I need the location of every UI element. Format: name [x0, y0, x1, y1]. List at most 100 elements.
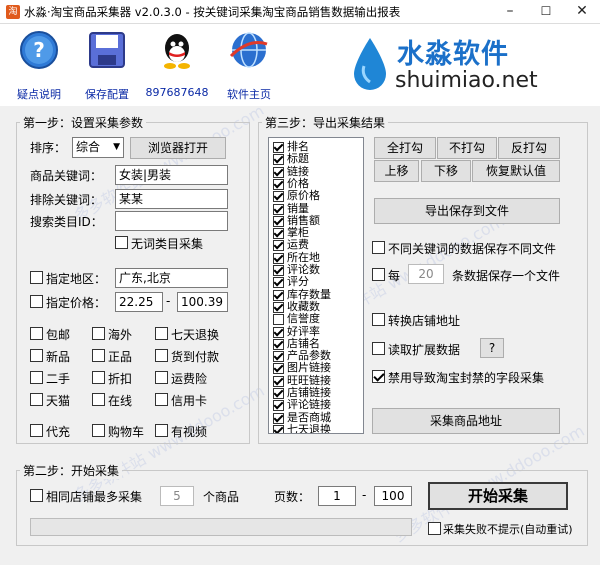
filter-checkbox[interactable]	[155, 349, 168, 362]
minimize-button[interactable]: –	[492, 0, 528, 24]
category-input[interactable]	[115, 211, 228, 231]
every-n-input[interactable]: 20	[408, 264, 444, 284]
page-from-input[interactable]: 1	[318, 486, 356, 506]
field-checkbox[interactable]	[273, 178, 284, 190]
field-checkbox[interactable]	[273, 351, 284, 363]
field-checkbox[interactable]	[273, 277, 284, 289]
field-checkbox[interactable]	[273, 388, 284, 399]
move-up-button[interactable]: 上移	[374, 160, 419, 182]
diff-files-checkbox[interactable]	[372, 241, 385, 254]
filter-checkbox[interactable]	[30, 393, 43, 406]
price-min-input[interactable]: 22.25	[115, 292, 163, 312]
reset-default-button[interactable]: 恢复默认值	[472, 160, 560, 182]
diff-files-label: 不同关键词的数据保存不同文件	[388, 242, 557, 256]
every-n-checkbox[interactable]	[372, 268, 385, 281]
field-list[interactable]: 排名 标题 链接 价格 原价格 销量 销售额 掌柜 运费 所在地 评论数 评分 库存数量 收藏数 信誉度 好评…	[268, 137, 364, 434]
filter-checkbox[interactable]	[30, 349, 43, 362]
no-keyword-category-checkbox[interactable]	[115, 236, 128, 249]
field-list-item[interactable]: 排名	[273, 140, 359, 154]
field-checkbox[interactable]	[273, 265, 284, 276]
step3-title: 第三步：导出采集结果	[262, 114, 389, 131]
field-checkbox[interactable]	[273, 203, 284, 215]
field-list-item[interactable]: 七天退换	[273, 423, 359, 433]
field-label: 评分	[287, 275, 309, 289]
maximize-button[interactable]: ☐	[528, 0, 564, 24]
svg-text:?: ?	[33, 38, 45, 62]
check-all-button[interactable]: 全打勾	[374, 137, 436, 159]
question-button[interactable]: ?	[480, 338, 504, 358]
filter-checkbox[interactable]	[155, 371, 168, 384]
field-label: 收藏数	[287, 299, 320, 313]
help-button[interactable]: ? 疑点说明	[2, 28, 76, 104]
same-shop-input[interactable]: 5	[160, 486, 194, 506]
save-config-button[interactable]: 保存配置	[70, 28, 144, 104]
read-ext-checkbox[interactable]	[372, 342, 385, 355]
field-checkbox[interactable]	[273, 166, 284, 178]
collect-shop-button[interactable]: 采集商品地址	[372, 408, 560, 434]
region-input[interactable]: 广东,北京	[115, 268, 228, 288]
field-list-item[interactable]: 原价格	[273, 189, 359, 203]
field-label: 信誉度	[287, 312, 320, 326]
field-checkbox[interactable]	[273, 301, 284, 313]
filter-checkbox[interactable]	[92, 371, 105, 384]
same-shop-checkbox[interactable]	[30, 489, 43, 502]
region-checkbox[interactable]	[30, 271, 43, 284]
keyword-input[interactable]: 女装|男装	[115, 165, 228, 185]
field-list-item[interactable]: 链接	[273, 165, 359, 179]
open-browser-button[interactable]: 浏览器打开	[130, 137, 226, 159]
field-checkbox[interactable]	[273, 240, 284, 252]
field-checkbox[interactable]	[273, 252, 284, 264]
field-checkbox[interactable]	[273, 375, 284, 387]
close-button[interactable]: ✕	[564, 0, 600, 24]
move-down-button[interactable]: 下移	[421, 160, 471, 182]
field-checkbox[interactable]	[273, 412, 284, 424]
field-checkbox[interactable]	[273, 424, 284, 433]
filter-label: 折扣	[108, 372, 133, 386]
filter-checkbox[interactable]	[30, 327, 43, 340]
exclude-input[interactable]: 某某	[115, 189, 228, 209]
start-collect-button[interactable]: 开始采集	[428, 482, 568, 510]
field-checkbox[interactable]	[273, 314, 284, 326]
filter-checkbox[interactable]	[92, 424, 105, 437]
field-list-item[interactable]: 标题	[273, 152, 359, 166]
field-label: 销售额	[287, 213, 320, 227]
page-to-input[interactable]: 100	[374, 486, 412, 506]
field-checkbox[interactable]	[273, 228, 284, 240]
field-checkbox[interactable]	[273, 154, 284, 166]
field-checkbox[interactable]	[273, 215, 284, 227]
disable-fields-checkbox[interactable]	[372, 370, 385, 383]
field-checkbox[interactable]	[273, 400, 284, 412]
filter-checkbox[interactable]	[92, 327, 105, 340]
no-prompt-checkbox[interactable]	[428, 522, 441, 535]
invert-check-button[interactable]: 反打勾	[498, 137, 560, 159]
price-max-input[interactable]: 100.39	[177, 292, 228, 312]
filter-checkbox[interactable]	[92, 349, 105, 362]
step2-title: 第二步：开始采集	[20, 462, 123, 479]
sort-select[interactable]: 综合 ▼	[72, 137, 124, 158]
convert-shop-checkbox[interactable]	[372, 313, 385, 326]
filter-checkbox[interactable]	[155, 327, 168, 340]
field-list-item[interactable]: 掌柜	[273, 226, 359, 240]
field-checkbox[interactable]	[273, 191, 284, 203]
field-label: 评论数	[287, 263, 320, 276]
filter-checkbox[interactable]	[30, 371, 43, 384]
filter-checkbox[interactable]	[92, 393, 105, 406]
field-checkbox[interactable]	[273, 338, 284, 350]
export-file-button[interactable]: 导出保存到文件	[374, 198, 560, 224]
field-label: 是否商城	[287, 410, 331, 424]
field-checkbox[interactable]	[273, 326, 284, 338]
filter-checkbox[interactable]	[155, 424, 168, 437]
price-checkbox[interactable]	[30, 295, 43, 308]
same-shop-unit: 个商品	[203, 490, 240, 504]
uncheck-all-button[interactable]: 不打勾	[437, 137, 497, 159]
page-separator: -	[362, 488, 367, 502]
field-list-item[interactable]: 评论数	[273, 263, 359, 277]
field-checkbox[interactable]	[273, 142, 284, 153]
qq-button[interactable]: 897687648	[140, 28, 214, 104]
filter-checkbox[interactable]	[155, 393, 168, 406]
field-checkbox[interactable]	[273, 289, 284, 301]
field-list-item[interactable]: 销售额	[273, 213, 359, 228]
homepage-button[interactable]: 软件主页	[212, 28, 286, 104]
field-checkbox[interactable]	[273, 363, 284, 375]
filter-checkbox[interactable]	[30, 424, 43, 437]
